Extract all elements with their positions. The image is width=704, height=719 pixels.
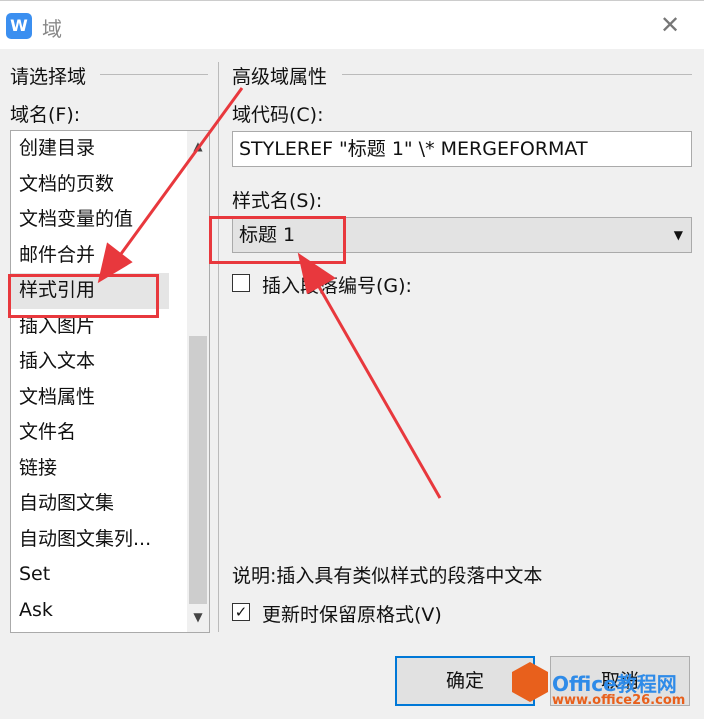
arrow-line [316,284,442,499]
arrow-line [116,87,244,259]
watermark-url: www.office26.com [552,693,686,708]
arrow-head [297,252,336,295]
annotation-arrows [97,87,442,499]
